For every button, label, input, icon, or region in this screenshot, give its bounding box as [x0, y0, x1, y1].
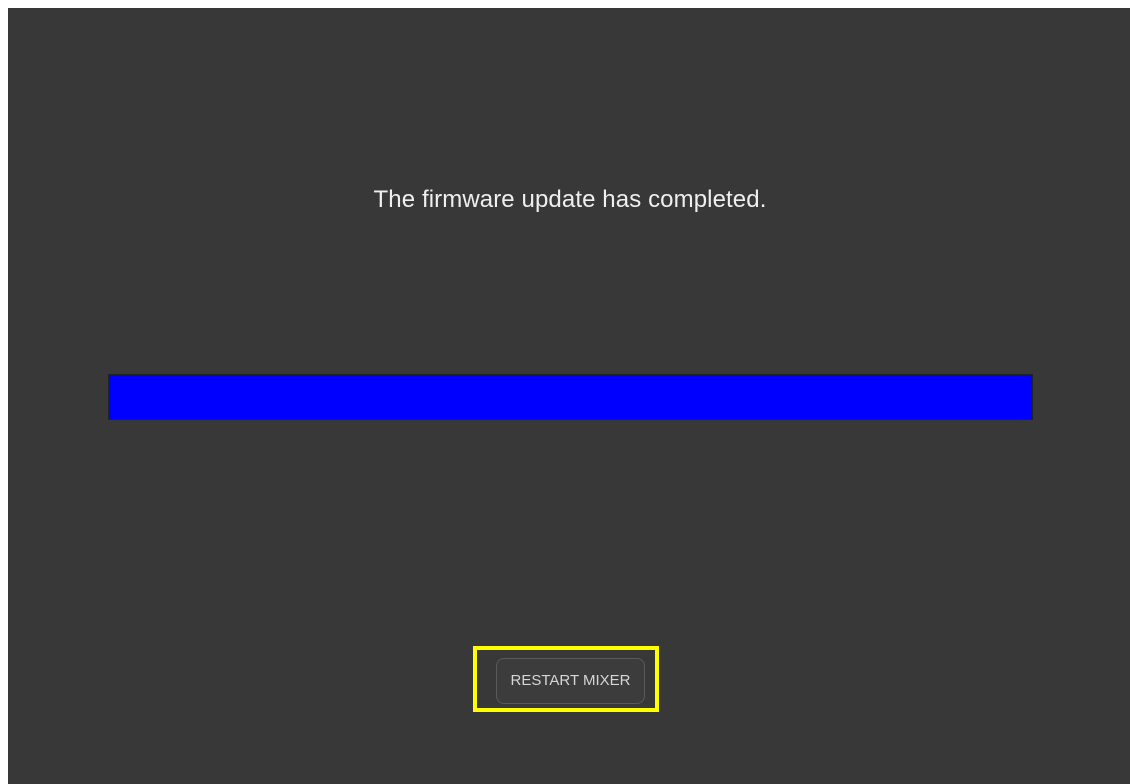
progress-bar-fill: [109, 375, 1032, 419]
update-screen: The firmware update has completed. RESTA…: [8, 8, 1130, 784]
status-message: The firmware update has completed.: [373, 186, 767, 213]
restart-mixer-button[interactable]: RESTART MIXER: [496, 658, 645, 704]
progress-bar: [108, 374, 1033, 420]
